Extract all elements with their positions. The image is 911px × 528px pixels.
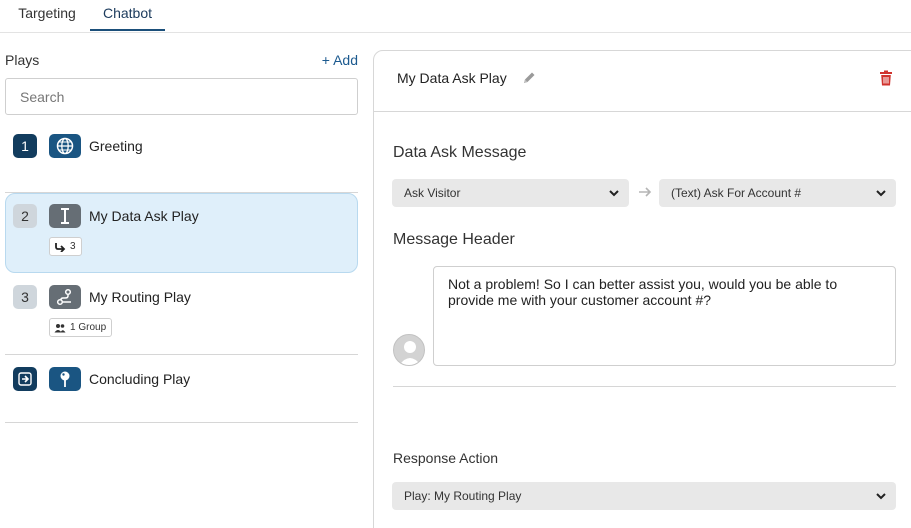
plays-title: Plays bbox=[5, 52, 40, 68]
add-play-link[interactable]: + Add bbox=[322, 52, 358, 68]
trash-icon[interactable] bbox=[879, 70, 893, 86]
play-item-greeting[interactable]: 1 Greeting bbox=[5, 134, 358, 158]
play-item-my-routing-play[interactable]: 3 My Routing Play 1 Group bbox=[5, 285, 358, 345]
exit-icon bbox=[13, 367, 37, 391]
message-header-title: Message Header bbox=[393, 231, 515, 248]
play-label: My Routing Play bbox=[89, 289, 191, 305]
divider bbox=[5, 354, 358, 355]
users-icon bbox=[54, 323, 66, 332]
play-name: My Data Ask Play bbox=[397, 70, 507, 86]
ask-type-select[interactable]: (Text) Ask For Account # bbox=[659, 179, 896, 207]
response-action-label: Response Action bbox=[393, 450, 499, 466]
play-label: Concluding Play bbox=[89, 371, 191, 387]
text-cursor-icon bbox=[49, 204, 81, 228]
ask-visitor-select[interactable]: Ask Visitor bbox=[392, 179, 629, 207]
tab-chatbot[interactable]: Chatbot bbox=[90, 0, 165, 31]
play-number: 3 bbox=[13, 285, 37, 309]
chevron-down-icon bbox=[876, 190, 886, 197]
play-label: Greeting bbox=[89, 138, 143, 154]
divider bbox=[393, 386, 896, 387]
tab-targeting[interactable]: Targeting bbox=[14, 0, 80, 31]
group-count-badge: 1 Group bbox=[49, 318, 113, 337]
select-value: (Text) Ask For Account # bbox=[671, 186, 802, 200]
select-value: Ask Visitor bbox=[404, 186, 461, 200]
pencil-icon[interactable] bbox=[521, 70, 537, 86]
play-number: 2 bbox=[13, 204, 37, 228]
pin-icon bbox=[49, 367, 81, 391]
play-label: My Data Ask Play bbox=[89, 208, 199, 224]
arrow-right-icon bbox=[639, 187, 652, 197]
divider bbox=[5, 422, 358, 423]
avatar bbox=[393, 334, 425, 366]
play-item-content: 2 My Data Ask Play 3 bbox=[5, 204, 358, 264]
tab-bar: Targeting Chatbot bbox=[0, 0, 911, 33]
chip-label: 3 bbox=[70, 241, 76, 252]
globe-icon bbox=[49, 134, 81, 158]
data-ask-message-title: Data Ask Message bbox=[393, 144, 527, 161]
message-textarea[interactable]: Not a problem! So I can better assist yo… bbox=[433, 266, 896, 366]
play-item-concluding-play[interactable]: Concluding Play bbox=[5, 367, 358, 391]
chip-label: 1 Group bbox=[70, 322, 107, 333]
redirect-arrow-icon bbox=[55, 242, 66, 252]
play-number: 1 bbox=[13, 134, 37, 158]
chevron-down-icon bbox=[876, 493, 886, 500]
response-action-select[interactable]: Play: My Routing Play bbox=[392, 482, 896, 510]
search-input[interactable] bbox=[5, 78, 358, 115]
chevron-down-icon bbox=[609, 190, 619, 197]
route-icon bbox=[49, 285, 81, 309]
redirect-count-badge: 3 bbox=[49, 237, 82, 256]
play-detail-panel: My Data Ask Play Data Ask Message Ask Vi… bbox=[373, 50, 911, 528]
select-value: Play: My Routing Play bbox=[404, 489, 522, 503]
detail-header: My Data Ask Play bbox=[374, 51, 911, 112]
